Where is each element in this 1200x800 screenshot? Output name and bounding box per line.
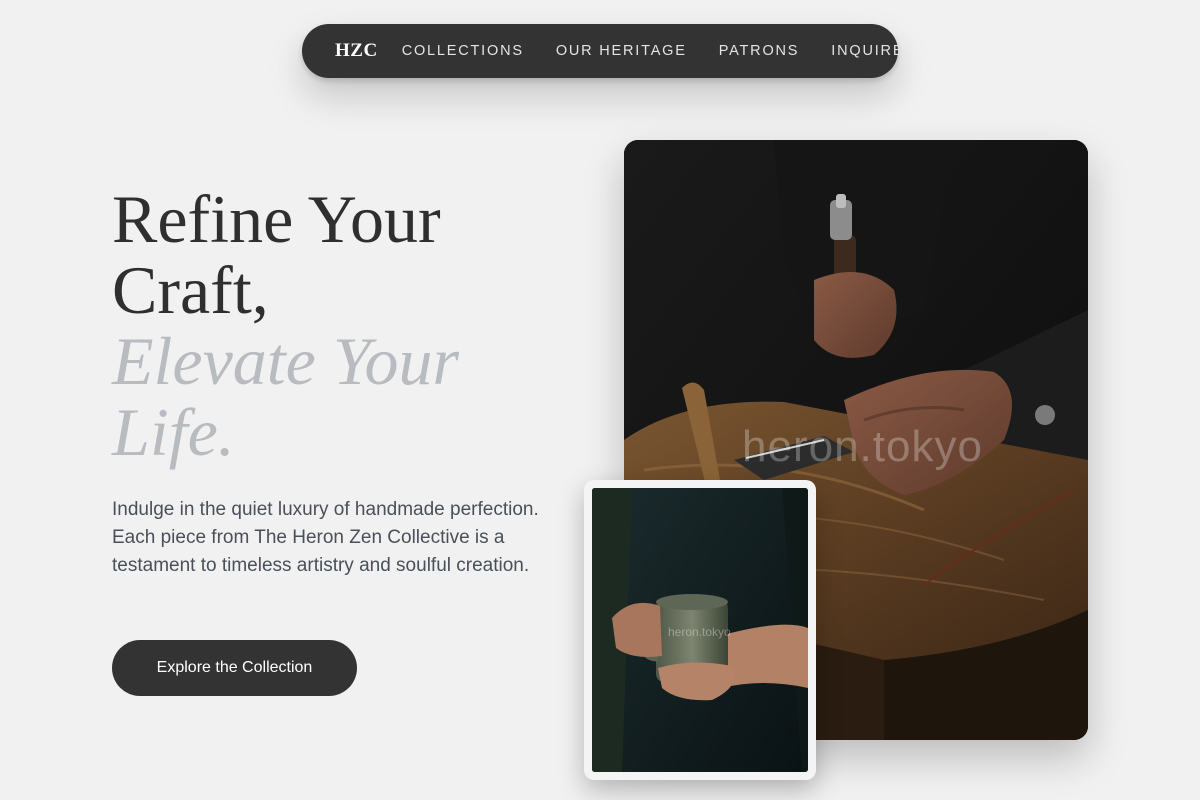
hero-description: Indulge in the quiet luxury of handmade … (112, 499, 539, 576)
logo[interactable]: HZC (335, 40, 378, 62)
headline-line-2: Craft, (112, 252, 269, 328)
headline-accent-line-2: Life. (112, 394, 235, 470)
main-image-watermark: heron.tokyo (742, 422, 983, 471)
mug-photo: heron.tokyo (592, 488, 808, 772)
headline-accent-line-1: Elevate Your (112, 323, 459, 399)
hero-headline: Refine Your Craft, Elevate Your Life. (112, 184, 459, 468)
nav-link-inquire[interactable]: INQUIRE (831, 43, 904, 59)
nav-link-our-heritage[interactable]: OUR HERITAGE (556, 43, 687, 59)
top-navigation: HZC COLLECTIONS OUR HERITAGE PATRONS INQ… (302, 24, 903, 78)
explore-collection-button[interactable]: Explore the Collection (112, 640, 357, 696)
headline-line-1: Refine Your (112, 181, 441, 257)
nav-link-patrons[interactable]: PATRONS (719, 43, 800, 59)
nav-link-collections[interactable]: COLLECTIONS (402, 43, 524, 59)
mug-photo-card: heron.tokyo (584, 480, 816, 780)
small-image-watermark: heron.tokyo (668, 625, 731, 639)
